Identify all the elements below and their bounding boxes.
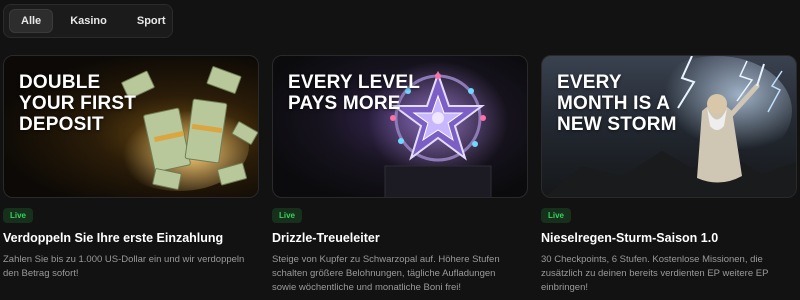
card-title[interactable]: Nieselregen-Sturm-Saison 1.0	[541, 231, 797, 245]
card-title[interactable]: Verdoppeln Sie Ihre erste Einzahlung	[3, 231, 259, 245]
status-badge: Live	[272, 208, 303, 223]
card-description: Zahlen Sie bis zu 1.000 US-Dollar ein un…	[3, 254, 245, 279]
tab-casino[interactable]: Kasino	[57, 9, 120, 33]
promo-card-deposit[interactable]: DOUBLE YOUR FIRST DEPOSIT Live Verdoppel…	[3, 55, 259, 281]
tab-all[interactable]: Alle	[9, 9, 54, 33]
promo-card-storm-season[interactable]: EVERY MONTH IS A NEW STORM Live Nieselre…	[541, 55, 797, 295]
card-headline: EVERY MONTH IS A NEW STORM	[557, 72, 677, 135]
tab-sport[interactable]: Sport	[124, 9, 179, 33]
card-headline: EVERY LEVEL PAYS MORE	[288, 72, 420, 114]
card-description: Steige von Kupfer zu Schwarzopal auf. Hö…	[272, 254, 500, 293]
category-tabs: Alle Kasino Sport	[3, 4, 173, 38]
card-headline: DOUBLE YOUR FIRST DEPOSIT	[19, 72, 137, 135]
star-gem-trophy-image[interactable]: EVERY LEVEL PAYS MORE	[272, 55, 528, 198]
status-badge: Live	[541, 208, 572, 223]
card-description: 30 Checkpoints, 6 Stufen. Kostenlose Mis…	[541, 254, 769, 293]
status-badge: Live	[3, 208, 34, 223]
card-title[interactable]: Drizzle-Treueleiter	[272, 231, 528, 245]
storm-god-lightning-image[interactable]: EVERY MONTH IS A NEW STORM	[541, 55, 797, 198]
money-stacks-image[interactable]: DOUBLE YOUR FIRST DEPOSIT	[3, 55, 259, 198]
promo-card-loyalty[interactable]: EVERY LEVEL PAYS MORE Live Drizzle-Treue…	[272, 55, 528, 295]
